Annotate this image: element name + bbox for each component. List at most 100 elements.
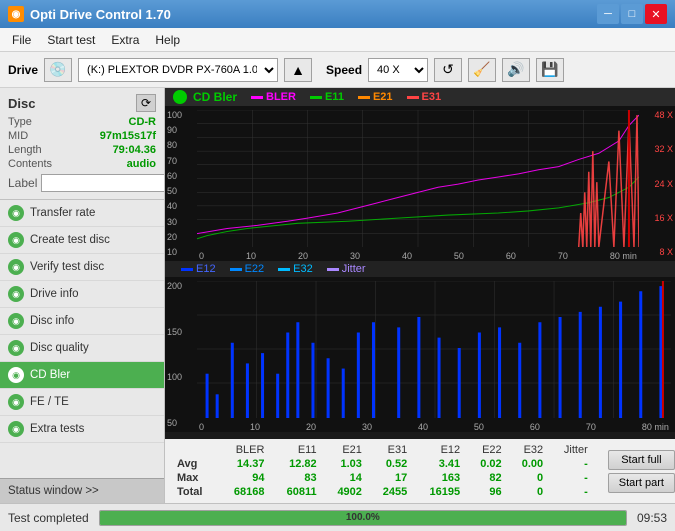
stats-row-max: Max 94 83 14 17 163 82 0 -: [171, 471, 594, 485]
create-test-disc-icon: ◉: [8, 232, 24, 248]
stats-total-e22: 96: [466, 485, 508, 499]
disc-quality-icon: ◉: [8, 340, 24, 356]
chart1-icon: [173, 90, 187, 104]
speed-32x: 32 X: [641, 144, 673, 154]
chart1-y-axis: 100 90 80 70 60 50 40 30 20 10: [165, 106, 197, 261]
sidebar-item-disc-quality[interactable]: ◉ Disc quality: [0, 335, 164, 362]
time-display: 09:53: [637, 511, 667, 525]
maximize-button[interactable]: □: [621, 4, 643, 24]
legend-e11: E11: [310, 91, 344, 103]
chart1-right-axis: 48 X 32 X 24 X 16 X 8 X: [639, 106, 675, 261]
progress-label: 100.0%: [346, 512, 380, 523]
drive-select[interactable]: (K:) PLEXTOR DVDR PX-760A 1.07: [78, 58, 278, 82]
erase-button[interactable]: 🧹: [468, 58, 496, 82]
main-layout: Disc ⟳ Type CD-R MID 97m15s17f Length 79…: [0, 88, 675, 503]
menu-extra[interactable]: Extra: [103, 31, 147, 49]
disc-info-icon: ◉: [8, 313, 24, 329]
y2-100: 100: [167, 372, 195, 382]
stats-avg-label: Avg: [171, 457, 218, 471]
legend2-e32: E32: [278, 263, 313, 275]
chart2-wrapper: 200 150 100 50 0 10 20 30 40 50 60 70 80…: [165, 277, 675, 432]
y1-90: 90: [167, 125, 195, 135]
status-text: Test completed: [8, 511, 89, 525]
speed-16x: 16 X: [641, 213, 673, 223]
stats-table-container: BLER E11 E21 E31 E12 E22 E32 Jitter Avg …: [165, 439, 600, 503]
sidebar-item-drive-info[interactable]: ◉ Drive info: [0, 281, 164, 308]
y2-200: 200: [167, 281, 195, 291]
legend-e11-color: [310, 96, 322, 99]
menu-help[interactable]: Help: [147, 31, 188, 49]
verify-test-disc-icon: ◉: [8, 259, 24, 275]
legend-e21-color: [358, 96, 370, 99]
stats-avg-e22: 0.02: [466, 457, 508, 471]
stats-max-e31: 17: [368, 471, 413, 485]
start-part-button[interactable]: Start part: [608, 473, 675, 493]
progress-container: 100.0%: [99, 510, 627, 526]
status-window[interactable]: Status window >>: [0, 478, 164, 503]
sidebar-item-label: Transfer rate: [30, 207, 95, 219]
close-button[interactable]: ✕: [645, 4, 667, 24]
minimize-button[interactable]: ─: [597, 4, 619, 24]
stats-header-bler: BLER: [218, 443, 271, 457]
disc-length-label: Length: [8, 144, 42, 156]
stats-total-jitter: -: [549, 485, 594, 499]
refresh-button[interactable]: ↺: [434, 58, 462, 82]
y1-70: 70: [167, 156, 195, 166]
sidebar-item-disc-info[interactable]: ◉ Disc info: [0, 308, 164, 335]
chart1-wrapper: 100 90 80 70 60 50 40 30 20 10 48 X 32 X…: [165, 106, 675, 261]
stats-total-e11: 60811: [270, 485, 322, 499]
menu-file[interactable]: File: [4, 31, 39, 49]
drive-icon-button[interactable]: 💿: [44, 58, 72, 82]
sidebar-item-label: CD Bler: [30, 369, 70, 381]
sidebar-item-fe-te[interactable]: ◉ FE / TE: [0, 389, 164, 416]
drive-label: Drive: [8, 63, 38, 77]
stats-header-e21: E21: [323, 443, 368, 457]
eject-button[interactable]: ▲: [284, 58, 312, 82]
stats-max-jitter: -: [549, 471, 594, 485]
stats-avg-e11: 12.82: [270, 457, 322, 471]
sidebar-item-extra-tests[interactable]: ◉ Extra tests: [0, 416, 164, 443]
start-full-button[interactable]: Start full: [608, 450, 675, 470]
drive-info-icon: ◉: [8, 286, 24, 302]
sidebar-item-verify-test-disc[interactable]: ◉ Verify test disc: [0, 254, 164, 281]
disc-section: Disc ⟳ Type CD-R MID 97m15s17f Length 79…: [0, 88, 164, 200]
save-button[interactable]: 💾: [536, 58, 564, 82]
nav-items: ◉ Transfer rate ◉ Create test disc ◉ Ver…: [0, 200, 164, 478]
stats-avg-jitter: -: [549, 457, 594, 471]
legend2-jitter-color: [327, 268, 339, 271]
sidebar-item-label: FE / TE: [30, 396, 69, 408]
sidebar-item-create-test-disc[interactable]: ◉ Create test disc: [0, 227, 164, 254]
sidebar-item-label: Drive info: [30, 288, 79, 300]
action-buttons: Start full Start part: [600, 450, 675, 493]
stats-header-e22: E22: [466, 443, 508, 457]
legend2-e22-color: [230, 268, 242, 271]
stats-avg-e32: 0.00: [508, 457, 550, 471]
stats-avg-e21: 1.03: [323, 457, 368, 471]
disc-label-input[interactable]: [41, 174, 165, 192]
y1-60: 60: [167, 171, 195, 181]
stats-max-e11: 83: [270, 471, 322, 485]
stats-total-bler: 68168: [218, 485, 271, 499]
y2-50: 50: [167, 418, 195, 428]
charts-container: CD Bler BLER E11 E21 E31: [165, 88, 675, 439]
menu-start-test[interactable]: Start test: [39, 31, 103, 49]
stats-header-e31: E31: [368, 443, 413, 457]
speed-24x: 24 X: [641, 179, 673, 189]
stats-total-e21: 4902: [323, 485, 368, 499]
sidebar-item-cd-bler[interactable]: ◉ CD Bler: [0, 362, 164, 389]
legend2-jitter: Jitter: [327, 263, 366, 275]
stats-header-e11: E11: [270, 443, 322, 457]
stats-header-e32: E32: [508, 443, 550, 457]
drive-bar: Drive 💿 (K:) PLEXTOR DVDR PX-760A 1.07 ▲…: [0, 52, 675, 88]
app-icon: ◉: [8, 6, 24, 22]
legend2-e22: E22: [230, 263, 265, 275]
disc-refresh-button[interactable]: ⟳: [136, 94, 156, 112]
speed-select[interactable]: 40 X: [368, 58, 428, 82]
legend-e21: E21: [358, 91, 393, 103]
info-button[interactable]: 🔊: [502, 58, 530, 82]
stats-header-jitter: Jitter: [549, 443, 594, 457]
sidebar-item-label: Create test disc: [30, 234, 110, 246]
disc-contents-label: Contents: [8, 158, 52, 170]
legend2-e12: E12: [181, 263, 216, 275]
sidebar-item-transfer-rate[interactable]: ◉ Transfer rate: [0, 200, 164, 227]
